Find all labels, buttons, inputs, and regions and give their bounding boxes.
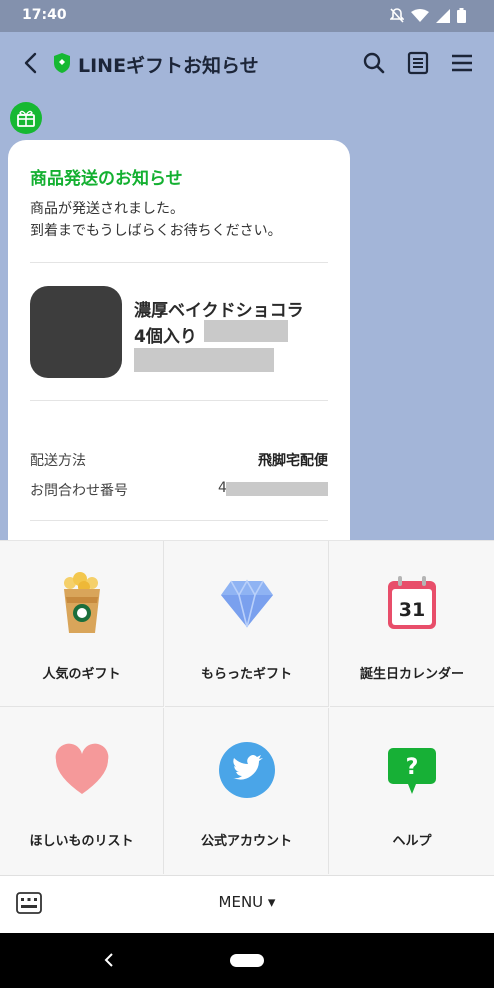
redacted-block [204,320,288,342]
menu-label: ヘルプ [392,834,432,849]
frappuccino-icon [63,572,100,633]
calendar-icon: 31 [388,576,436,629]
menu-label: 公式アカウント [200,834,292,849]
product-name: 濃厚ベイクドショコラ [134,301,304,321]
svg-text:?: ? [406,755,419,780]
heart-icon [55,743,108,794]
notice-body-line: 到着までもうしばらくお待ちください。 [30,223,282,239]
system-nav-bar [0,933,494,988]
menu-item-birthday-calendar[interactable]: 31 誕生日カレンダー [330,541,494,707]
status-icons [390,8,466,23]
battery-icon [457,8,466,23]
twitter-bird-icon [218,742,275,798]
svg-text:31: 31 [399,599,425,621]
notice-body-line: 商品が発送されました。 [30,201,184,217]
message-bubble[interactable]: 商品発送のお知らせ 商品が発送されました。 到着までもうしばらくお待ちください。… [8,140,350,560]
gift-avatar[interactable] [10,102,42,134]
bell-off-icon [390,8,404,23]
chat-header: LINEギフトお知らせ [0,32,494,94]
status-time: 17:40 [22,7,67,23]
notice-title: 商品発送のお知らせ [30,169,183,189]
nav-back-icon[interactable] [100,951,118,969]
status-bar: 17:40 [0,0,494,32]
wifi-icon [411,8,429,22]
gift-icon [17,110,35,127]
rich-menu: 人気のギフト もらったギフト 31 誕生日カレンダー ほしいものリスト 公式アカ… [0,540,494,875]
product-thumbnail[interactable] [30,286,122,378]
shield-icon [54,53,70,73]
tracking-number-label: お問合わせ番号 [30,483,128,499]
shipping-method-label: 配送方法 [30,453,86,469]
menu-item-wishlist[interactable]: ほしいものリスト [0,708,164,874]
hamburger-menu-icon[interactable] [448,49,476,77]
menu-item-official-account[interactable]: 公式アカウント [165,708,329,874]
help-bubble-icon: ? [388,748,436,794]
divider [30,520,328,521]
redacted-block [134,348,274,372]
redacted-block [226,482,328,496]
shipping-method-value: 飛脚宅配便 [258,453,328,469]
back-arrow-icon[interactable] [16,48,46,78]
divider [30,400,328,401]
note-icon[interactable] [404,49,432,77]
diamond-icon [220,579,273,628]
menu-label: 人気のギフト [42,667,121,682]
nav-home-pill[interactable] [230,954,264,967]
menu-item-help[interactable]: ? ヘルプ [330,708,494,874]
menu-toggle-button[interactable]: MENU ▾ [0,893,494,911]
search-icon[interactable] [360,49,388,77]
menu-label: ほしいものリスト [29,834,134,849]
menu-label: もらったギフト [200,667,292,682]
chat-title: LINEギフトお知らせ [78,55,259,77]
menu-item-popular-gifts[interactable]: 人気のギフト [0,541,164,707]
signal-icon [436,8,450,23]
menu-item-received-gifts[interactable]: もらったギフト [165,541,329,707]
bottom-menu-bar: MENU ▾ [0,875,494,933]
menu-label: 誕生日カレンダー [359,667,464,682]
product-quantity: 4個入り [134,327,197,347]
divider [30,262,328,263]
